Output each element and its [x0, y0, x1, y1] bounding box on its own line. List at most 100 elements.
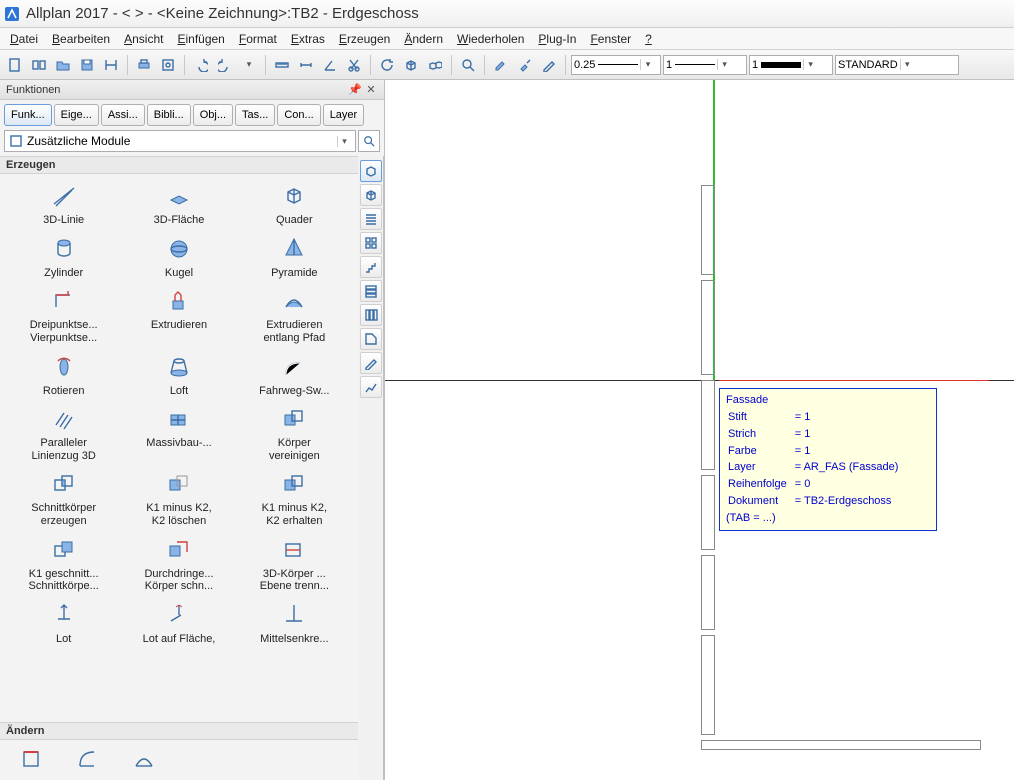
tool-dreipunkt[interactable]: Dreipunktse...Vierpunktse...	[8, 285, 119, 346]
cubes-icon[interactable]	[424, 54, 446, 76]
tab-bibli[interactable]: Bibli...	[147, 104, 191, 126]
menu-[interactable]: ?	[639, 30, 658, 48]
cut-icon[interactable]	[343, 54, 365, 76]
tool-kugel[interactable]: Kugel	[123, 233, 234, 282]
tool-pyramide[interactable]: Pyramide	[239, 233, 350, 282]
tool-k1-k2-loeschen[interactable]: K1 minus K2,K2 löschen	[123, 468, 234, 529]
tool-lot[interactable]: Lot	[8, 599, 119, 648]
panel-title: Funktionen	[6, 84, 60, 96]
line-type-combo[interactable]: 1 ▾	[663, 55, 747, 75]
search-icon[interactable]	[358, 130, 380, 152]
tool-lot-flaeche[interactable]: Lot auf Fläche,	[123, 599, 234, 648]
layer-combo[interactable]: STANDARD▾	[835, 55, 959, 75]
tool-label: Zylinder	[44, 267, 83, 280]
paint-icon[interactable]	[490, 54, 512, 76]
tool-massivbau[interactable]: Massivbau-...	[123, 403, 234, 464]
tool-rotieren[interactable]: Rotieren	[8, 351, 119, 400]
cube-icon[interactable]	[400, 54, 422, 76]
tab-eige[interactable]: Eige...	[54, 104, 99, 126]
print-icon[interactable]	[133, 54, 155, 76]
angle-icon[interactable]	[319, 54, 341, 76]
tool-extrudieren-pfad[interactable]: Extrudierenentlang Pfad	[239, 285, 350, 346]
tool-label: K1 minus K2,K2 erhalten	[262, 502, 327, 527]
new-document-icon[interactable]	[4, 54, 26, 76]
tool-loft[interactable]: Loft	[123, 351, 234, 400]
tool-extrudieren[interactable]: Extrudieren	[123, 285, 234, 346]
undo-dropdown-icon[interactable]: ▾	[238, 54, 260, 76]
tooltip-title: Fassade	[726, 393, 930, 408]
tool-mittelsenkre[interactable]: Mittelsenkre...	[239, 599, 350, 648]
tool-grid: 3D-Linie 3D-Fläche Quader Zylinder KugelPyra…	[0, 174, 358, 722]
menu-ansicht[interactable]: Ansicht	[118, 30, 169, 48]
tool-zylinder[interactable]: Zylinder	[8, 233, 119, 282]
view-pencil-icon[interactable]	[360, 352, 382, 374]
main-area: Funktionen 📌 ✕ Funk...Eige...Assi...Bibl…	[0, 80, 1014, 780]
modify-tool-2-icon[interactable]	[76, 746, 102, 772]
tool-k1-geschnitten[interactable]: K1 geschnitt...Schnittkörpe...	[8, 534, 119, 595]
pin-icon[interactable]: 📌	[348, 83, 362, 96]
arrange-icon[interactable]	[28, 54, 50, 76]
open-icon[interactable]	[52, 54, 74, 76]
brush-icon[interactable]	[514, 54, 536, 76]
menu-fenster[interactable]: Fenster	[584, 30, 637, 48]
tool-parallel[interactable]: ParallelerLinienzug 3D	[8, 403, 119, 464]
menu-wiederholen[interactable]: Wiederholen	[451, 30, 530, 48]
view-columns-icon[interactable]	[360, 304, 382, 326]
measure-icon[interactable]	[100, 54, 122, 76]
view-iso-icon[interactable]	[360, 160, 382, 182]
view-tag-icon[interactable]	[360, 328, 382, 350]
tooltip-row: Farbe1	[728, 444, 898, 459]
menu-datei[interactable]: Datei	[4, 30, 44, 48]
pen-width-combo[interactable]: 0.25 ▾	[571, 55, 661, 75]
tool-schnittkoerper[interactable]: Schnittkörpererzeugen	[8, 468, 119, 529]
module-combo[interactable]: Zusätzliche Module ▾	[4, 130, 356, 152]
tab-layer[interactable]: Layer	[323, 104, 365, 126]
menu-ndern[interactable]: Ändern	[398, 30, 449, 48]
view-stairs-icon[interactable]	[360, 256, 382, 278]
zoom-icon[interactable]	[457, 54, 479, 76]
view-list-icon[interactable]	[360, 208, 382, 230]
view-stack-icon[interactable]	[360, 280, 382, 302]
close-icon[interactable]: ✕	[364, 83, 378, 96]
pen-icon[interactable]	[538, 54, 560, 76]
refresh-icon[interactable]	[376, 54, 398, 76]
modify-tool-1-icon[interactable]	[20, 746, 46, 772]
tab-con[interactable]: Con...	[277, 104, 320, 126]
tool-3d-koerper-ebene[interactable]: 3D-Körper ...Ebene trenn...	[239, 534, 350, 595]
dimension-icon[interactable]	[295, 54, 317, 76]
view-wire-icon[interactable]	[360, 184, 382, 206]
tool-label: Mittelsenkre...	[260, 633, 328, 646]
undo-icon[interactable]	[190, 54, 212, 76]
menu-bearbeiten[interactable]: Bearbeiten	[46, 30, 116, 48]
menu-erzeugen[interactable]: Erzeugen	[333, 30, 396, 48]
menu-einfgen[interactable]: Einfügen	[171, 30, 230, 48]
tool-label: 3D-Fläche	[154, 214, 205, 227]
menu-format[interactable]: Format	[233, 30, 283, 48]
tab-assi[interactable]: Assi...	[101, 104, 145, 126]
tab-tas[interactable]: Tas...	[235, 104, 275, 126]
parallel-icon	[50, 405, 78, 433]
element-segment	[701, 185, 715, 275]
line-color-combo[interactable]: 1 ▾	[749, 55, 833, 75]
tab-funk[interactable]: Funk...	[4, 104, 52, 126]
tool-fahrweg[interactable]: Fahrweg-Sw...	[239, 351, 350, 400]
tab-obj[interactable]: Obj...	[193, 104, 233, 126]
redo-icon[interactable]	[214, 54, 236, 76]
tool-3d-linie[interactable]: 3D-Linie	[8, 180, 119, 229]
massivbau-icon	[165, 405, 193, 433]
preview-icon[interactable]	[157, 54, 179, 76]
element-tooltip: Fassade Stift1Strich1Farbe1LayerAR_FAS (…	[719, 388, 937, 531]
tool-durchdringe[interactable]: Durchdringe...Körper schn...	[123, 534, 234, 595]
save-icon[interactable]	[76, 54, 98, 76]
modify-tool-3-icon[interactable]	[132, 746, 158, 772]
tool-k1-k2-erhalten[interactable]: K1 minus K2,K2 erhalten	[239, 468, 350, 529]
tool-vereinigen[interactable]: Körpervereinigen	[239, 403, 350, 464]
view-chart-icon[interactable]	[360, 376, 382, 398]
menu-extras[interactable]: Extras	[285, 30, 331, 48]
view-grid-icon[interactable]	[360, 232, 382, 254]
ruler-icon[interactable]	[271, 54, 293, 76]
drawing-canvas[interactable]: Fassade Stift1Strich1Farbe1LayerAR_FAS (…	[385, 80, 1014, 780]
tool-3d-flaeche[interactable]: 3D-Fläche	[123, 180, 234, 229]
tool-quader[interactable]: Quader	[239, 180, 350, 229]
menu-plugin[interactable]: Plug-In	[532, 30, 582, 48]
